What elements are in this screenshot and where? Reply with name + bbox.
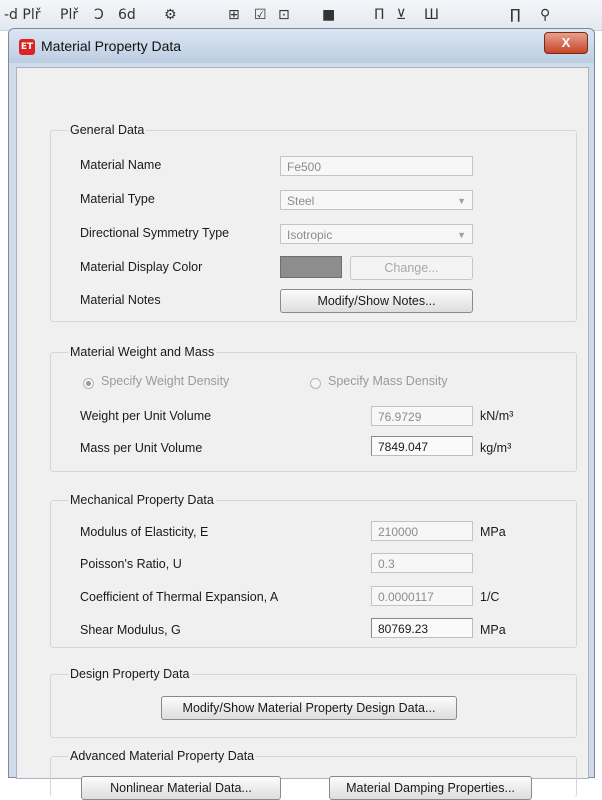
material-type-select[interactable]: Steel ▼ xyxy=(280,190,473,210)
weight-per-volume-label: Weight per Unit Volume xyxy=(80,409,212,423)
title-bar[interactable]: ET Material Property Data X xyxy=(9,29,594,63)
mechanical-property-heading: Mechanical Property Data xyxy=(68,493,216,507)
design-data-button[interactable]: Modify/Show Material Property Design Dat… xyxy=(161,696,457,720)
weight-per-volume-field[interactable]: 76.9729 xyxy=(371,406,473,426)
weight-unit: kN/m³ xyxy=(480,409,514,423)
grid-icon[interactable]: ⊞ xyxy=(228,6,240,24)
mass-unit: kg/m³ xyxy=(480,441,512,455)
material-name-field[interactable]: Fe500 xyxy=(280,156,473,176)
material-type-label: Material Type xyxy=(80,192,155,206)
nonlinear-material-button[interactable]: Nonlinear Material Data... xyxy=(81,776,281,800)
mass-per-volume-label: Mass per Unit Volume xyxy=(80,441,203,455)
thermal-expansion-unit: 1/C xyxy=(480,590,500,604)
symmetry-type-label: Directional Symmetry Type xyxy=(80,226,230,240)
design-property-heading: Design Property Data xyxy=(68,667,192,681)
weight-density-option[interactable]: Specify Weight Density xyxy=(101,374,229,388)
damping-properties-button[interactable]: Material Damping Properties... xyxy=(329,776,532,800)
etabs-app-icon: ET xyxy=(19,39,35,55)
modify-notes-button[interactable]: Modify/Show Notes... xyxy=(280,289,473,313)
advanced-property-heading: Advanced Material Property Data xyxy=(68,749,257,763)
poissons-ratio-label: Poisson's Ratio, U xyxy=(80,557,182,571)
toolbar-text-fragment-2[interactable]: Plř xyxy=(60,6,78,24)
thermal-expansion-field[interactable]: 0.0000117 xyxy=(371,586,473,606)
shear-modulus-unit: MPa xyxy=(480,623,506,637)
material-name-label: Material Name xyxy=(80,158,162,172)
frame-icon[interactable]: Π xyxy=(374,6,385,24)
mass-density-option[interactable]: Specify Mass Density xyxy=(328,374,447,388)
dialog-body: General Data Material Name Fe500 Materia… xyxy=(16,67,589,800)
poissons-ratio-field[interactable]: 0.3 xyxy=(371,553,473,573)
node-icon[interactable]: ⚲ xyxy=(540,6,550,24)
top-toolbar: -d Plř Plř Ɔ 6d ⚙ ⊞ ☑ ⊡ ■ Π ⊻ Ш ∏ ⚲ xyxy=(0,0,602,31)
elasticity-field[interactable]: 210000 xyxy=(371,521,473,541)
material-property-dialog: ET Material Property Data X General Data… xyxy=(8,28,595,800)
material-notes-label: Material Notes xyxy=(80,293,161,307)
elasticity-label: Modulus of Elasticity, E xyxy=(80,525,209,539)
toolbar-text-fragment-3[interactable]: 6d xyxy=(118,6,136,24)
rect-icon[interactable]: ■ xyxy=(322,6,335,24)
undo-icon[interactable]: Ɔ xyxy=(94,6,104,24)
mass-per-volume-field[interactable]: 7849.047 xyxy=(371,436,473,456)
check-icon[interactable]: ☑ xyxy=(254,6,267,24)
display-color-label: Material Display Color xyxy=(80,260,203,274)
weight-mass-heading: Material Weight and Mass xyxy=(68,345,217,359)
dialog-title: Material Property Data xyxy=(41,38,182,54)
section-icon[interactable]: ⊻ xyxy=(396,6,406,24)
change-color-button[interactable]: Change... xyxy=(350,256,473,280)
symmetry-type-select[interactable]: Isotropic ▼ xyxy=(280,224,473,244)
bars-icon[interactable]: Ш xyxy=(424,6,439,24)
mass-density-radio[interactable] xyxy=(310,378,321,389)
weight-density-radio[interactable] xyxy=(83,378,94,389)
display-color-swatch xyxy=(280,256,342,278)
shear-modulus-label: Shear Modulus, G xyxy=(80,623,181,637)
material-type-value: Steel xyxy=(287,194,315,208)
shear-modulus-field[interactable]: 80769.23 xyxy=(371,618,473,638)
general-data-heading: General Data xyxy=(68,123,147,137)
toolbar-text-fragment: -d Plř xyxy=(4,7,41,23)
elasticity-unit: MPa xyxy=(480,525,506,539)
chevron-down-icon: ▼ xyxy=(457,196,466,206)
chevron-down-icon: ▼ xyxy=(457,230,466,240)
box-icon[interactable]: ⊡ xyxy=(278,6,290,24)
symmetry-type-value: Isotropic xyxy=(287,228,333,242)
tool-icon[interactable]: ⚙ xyxy=(164,6,177,24)
close-button[interactable]: X xyxy=(544,32,588,54)
thermal-expansion-label: Coefficient of Thermal Expansion, A xyxy=(80,590,279,604)
portal-icon[interactable]: ∏ xyxy=(510,6,521,24)
